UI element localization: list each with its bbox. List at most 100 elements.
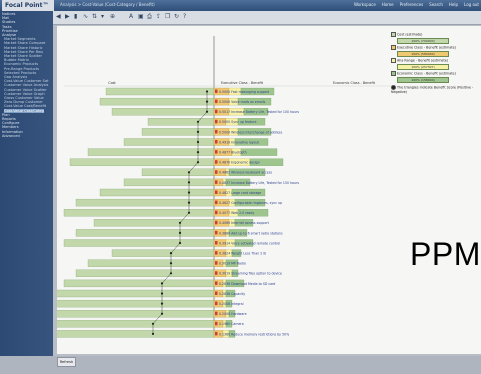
row-label-19: 0.2836 Download Media to SD card	[219, 282, 275, 286]
back-icon[interactable]: ◀	[56, 14, 62, 20]
cost-bar-13	[93, 219, 215, 227]
cost-bar-6	[87, 148, 215, 156]
bar-chart-icon[interactable]: ▮	[74, 14, 80, 20]
help-icon[interactable]: ?	[183, 14, 189, 20]
score-marker-23	[215, 321, 218, 326]
legend-exec-pill: 100% (580000)	[397, 51, 449, 57]
score-marker-22	[215, 311, 218, 316]
cost-bar-19	[63, 279, 215, 288]
cost-bar-12	[63, 209, 215, 217]
top-nav-link-4[interactable]: Help	[449, 2, 458, 7]
legend-triangle-note: The triangles indicate Benefit Score (Po…	[391, 85, 481, 94]
cost-bar-15	[63, 239, 215, 247]
score-marker-17	[215, 261, 218, 265]
legend-triangle-text: The triangles indicate Benefit Score (Po…	[391, 85, 474, 95]
sidebar-item-29[interactable]: Advanced	[2, 134, 20, 138]
print-icon[interactable]: ⎙	[147, 14, 153, 20]
score-point-2	[205, 110, 209, 113]
row-label-24: 0.1360 Reduce memory restrictions by 50%	[219, 332, 289, 336]
forward-icon[interactable]: ▶	[65, 14, 71, 20]
score-marker-0	[215, 89, 218, 93]
score-point-5	[196, 140, 200, 144]
cost-bar-20	[57, 289, 215, 298]
text-icon[interactable]: A	[129, 14, 135, 20]
cost-bar-5	[123, 138, 215, 146]
row-label-13: 0.4069 Internet access support	[219, 221, 270, 225]
line-chart-icon[interactable]: ∿	[83, 14, 89, 20]
cost-bar-18	[75, 269, 215, 277]
refresh-icon[interactable]: ↻	[174, 14, 180, 20]
row-label-8: 0.4862 Wireless keyboard access	[219, 171, 272, 175]
score-marker-13	[215, 220, 218, 225]
cost-bar-22	[57, 310, 215, 318]
row-label-7: 0.4870 Ergonomic design	[219, 161, 260, 165]
legend-cost-pill: 100% (700000)	[397, 38, 449, 44]
score-point-20	[160, 292, 164, 295]
top-nav-link-2[interactable]: Preferences	[400, 2, 424, 7]
breadcrumb[interactable]: Analysis > Cost-Value (Cost-Category / B…	[60, 2, 155, 7]
cost-bar-16	[111, 249, 215, 257]
cost-bar-24	[57, 330, 215, 338]
score-point-7	[196, 161, 200, 164]
cost-bar-23	[57, 320, 215, 328]
zoom-icon[interactable]: ⊕	[110, 14, 116, 20]
score-marker-20	[215, 291, 218, 295]
score-marker-11	[215, 200, 218, 205]
score-marker-15	[215, 241, 218, 245]
score-point-1	[205, 100, 209, 103]
row-label-0: 0.5000 Fast messaging support	[219, 90, 270, 94]
top-nav-link-5[interactable]: Log out	[464, 2, 479, 7]
filter-icon[interactable]: ▾	[101, 14, 107, 20]
score-marker-19	[215, 281, 218, 285]
row-label-15: 0.3914 Voice activated remote control	[219, 241, 280, 245]
score-marker-18	[215, 271, 218, 275]
score-point-16	[169, 252, 173, 255]
score-marker-9	[215, 180, 218, 184]
ppm-overlay-label: PPM	[410, 236, 481, 272]
cost-bar-8	[141, 168, 215, 176]
save-icon[interactable]: ▣	[138, 14, 144, 20]
top-nav-link-0[interactable]: Workspace	[354, 2, 376, 7]
score-marker-3	[215, 119, 218, 124]
cost-bar-21	[57, 299, 215, 308]
legend-exec: Executive Class - Benefit (estimate)	[391, 45, 481, 50]
legend-cost-label: Cost (estimate)	[397, 32, 423, 37]
top-nav-link-1[interactable]: Home	[382, 2, 394, 7]
cost-bar-1	[99, 97, 215, 106]
score-point-4	[196, 130, 200, 133]
legend-eco: Economic Class - Benefit (estimate)	[391, 71, 481, 76]
score-marker-5	[215, 140, 218, 144]
eco-swatch	[391, 71, 396, 76]
score-marker-2	[215, 109, 218, 114]
export-icon[interactable]: ⇪	[156, 14, 162, 20]
sidebar-item-23[interactable]: Cost-Value Cost/Categ	[4, 108, 44, 113]
score-marker-24	[215, 331, 218, 336]
score-point-14	[178, 231, 182, 234]
column-header-0: Cost	[108, 81, 116, 85]
refresh-button[interactable]: Refresh	[57, 357, 76, 367]
row-label-11: 0.4627 Configurable ringtones, sync up	[219, 201, 282, 205]
row-label-6: 0.4877 Bluetooth	[219, 151, 247, 155]
top-nav-link-3[interactable]: Search	[429, 2, 443, 7]
score-marker-1	[215, 99, 218, 104]
score-point-9	[187, 181, 191, 184]
copy-icon[interactable]: ❐	[165, 14, 171, 20]
score-marker-21	[215, 301, 218, 306]
sidebar-nav: Notices Mail Studies Tasks Prioritise Analyse…	[0, 11, 53, 356]
row-label-14: 0.3886 Add up to 6 smart radio stations	[219, 231, 283, 235]
row-label-17: 0.3019 MP Radio	[219, 262, 246, 266]
score-point-17	[169, 262, 173, 265]
row-label-23: 0.1960 Camera	[219, 322, 244, 326]
cost-bar-9	[123, 178, 215, 187]
app-logo: Focal Point™	[2, 0, 54, 11]
column-header-2: Economic Class - Benefit	[333, 81, 376, 85]
legend-aha-label: Aha Range - Benefit (estimate)	[397, 58, 449, 63]
score-marker-4	[215, 129, 218, 134]
legend-cost: Cost (estimate)	[391, 32, 481, 37]
sort-icon[interactable]: ⇅	[92, 14, 98, 20]
score-point-21	[160, 302, 164, 305]
chart-toolbar: ◀ ▶ ▮ ∿ ⇅ ▾ ⊕ A ▣ ⎙ ⇪ ❐ ↻?	[53, 11, 481, 25]
score-point-15	[178, 241, 182, 245]
score-point-11	[187, 201, 191, 204]
legend-eco-pill: 100% (158000)	[397, 77, 449, 83]
